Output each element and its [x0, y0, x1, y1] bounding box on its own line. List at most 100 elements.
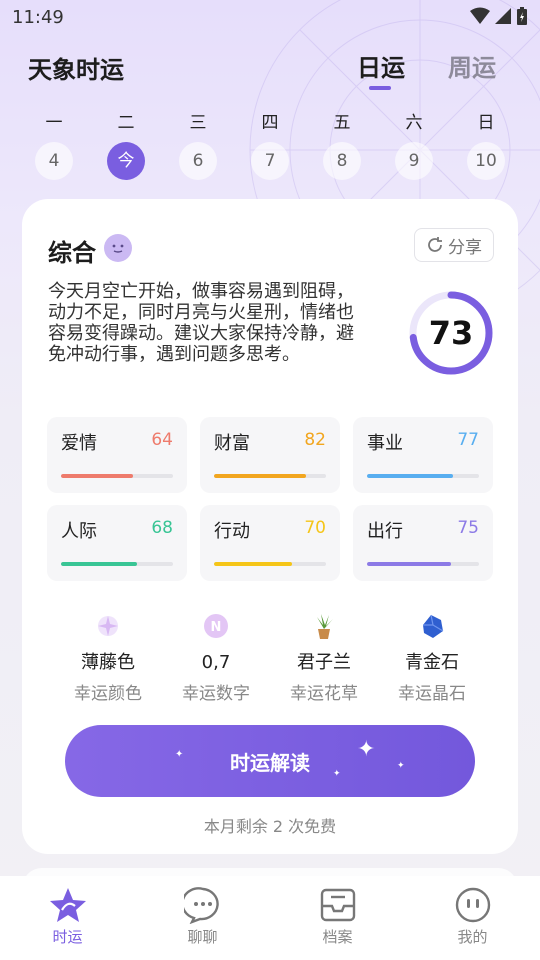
day-number[interactable]: 6 — [179, 142, 217, 180]
tabbar-label: 我的 — [457, 928, 488, 946]
metric-bar — [367, 474, 479, 478]
lucky-crystal: 青金石 幸运晶石 — [378, 611, 486, 704]
sparkle-decoration-icon: ✦ — [357, 737, 376, 762]
share-button[interactable]: 分享 — [414, 228, 494, 262]
metric-bar — [214, 562, 326, 566]
overall-score: 73 — [428, 314, 474, 352]
fortune-card: 综合 分享 今天月空亡开始，做事容易遇到阻碍，动力不足，同时月亮与火星刑，情绪也… — [22, 199, 518, 854]
share-label: 分享 — [448, 237, 482, 258]
metric-love[interactable]: 爱情 64 — [47, 417, 187, 493]
lucky-value: 青金石 — [405, 652, 459, 673]
day-mon[interactable]: 一 4 — [18, 110, 90, 180]
day-name: 五 — [333, 113, 351, 133]
tabbar-label: 档案 — [322, 928, 353, 946]
metric-label: 行动 — [214, 521, 250, 542]
battery-icon — [517, 7, 527, 25]
lucky-value: 君子兰 — [297, 652, 351, 673]
metric-bar-fill — [61, 562, 138, 566]
day-fri[interactable]: 五 8 — [306, 110, 378, 180]
metric-travel[interactable]: 出行 75 — [353, 505, 493, 581]
metric-label: 出行 — [367, 521, 403, 542]
metric-label: 人际 — [61, 521, 97, 542]
metric-bar — [214, 474, 326, 478]
day-tue[interactable]: 二 今 — [90, 110, 162, 180]
metric-career[interactable]: 事业 77 — [353, 417, 493, 493]
chat-icon — [135, 886, 270, 924]
metric-value: 70 — [304, 518, 326, 538]
tabbar-fortune[interactable]: 时运 — [0, 876, 135, 960]
overall-title: 综合 — [48, 239, 96, 267]
metric-label: 爱情 — [61, 433, 97, 454]
day-name: 四 — [261, 113, 279, 133]
crystal-icon — [378, 611, 486, 641]
fortune-reading-label: 时运解读 — [230, 750, 310, 775]
tabbar-label: 时运 — [52, 928, 83, 946]
day-number[interactable]: 10 — [467, 142, 505, 180]
bottom-tab-bar: 时运 聊聊 档案 我的 — [0, 876, 540, 960]
tabbar-profile[interactable]: 我的 — [405, 876, 540, 960]
day-name: 二 — [117, 113, 135, 133]
metric-social[interactable]: 人际 68 — [47, 505, 187, 581]
star-icon — [0, 886, 135, 924]
metric-value: 82 — [304, 430, 326, 450]
status-bar: 11:49 — [0, 0, 540, 34]
day-sun[interactable]: 日 10 — [450, 110, 522, 180]
tab-daily[interactable]: 日运 — [357, 48, 405, 83]
metric-value: 75 — [457, 518, 479, 538]
day-name: 三 — [189, 113, 207, 133]
day-name: 日 — [477, 113, 495, 133]
metric-label: 事业 — [367, 433, 403, 454]
status-time: 11:49 — [12, 7, 64, 28]
day-number[interactable]: 4 — [35, 142, 73, 180]
day-name: 一 — [45, 113, 63, 133]
metric-value: 68 — [151, 518, 173, 538]
metric-action[interactable]: 行动 70 — [200, 505, 340, 581]
fortune-summary: 今天月空亡开始，做事容易遇到阻碍，动力不足，同时月亮与火星刑，情绪也容易变得躁动… — [48, 281, 354, 365]
day-number-today[interactable]: 今 — [107, 142, 145, 180]
day-number[interactable]: 9 — [395, 142, 433, 180]
refresh-share-icon — [428, 237, 442, 252]
fortune-reading-button[interactable]: ✦ ✦ ✦ ✦ 时运解读 — [65, 725, 475, 797]
metric-bar-fill — [214, 474, 306, 478]
app-title: 天象时运 — [28, 56, 124, 84]
day-thu[interactable]: 四 7 — [234, 110, 306, 180]
svg-text:N: N — [211, 620, 222, 635]
metric-bar — [367, 562, 479, 566]
sparkle-decoration-icon: ✦ — [175, 749, 184, 760]
tabbar-chat[interactable]: 聊聊 — [135, 876, 270, 960]
lucky-number: N 0,7 幸运数字 — [162, 611, 270, 704]
metric-value: 64 — [151, 430, 173, 450]
day-number[interactable]: 8 — [323, 142, 361, 180]
inbox-icon — [270, 886, 405, 924]
metric-wealth[interactable]: 财富 82 — [200, 417, 340, 493]
free-quota-note: 本月剩余 2 次免费 — [203, 817, 337, 836]
tab-weekly[interactable]: 周运 — [448, 48, 496, 83]
tabbar-archive[interactable]: 档案 — [270, 876, 405, 960]
sparkle-icon — [54, 611, 162, 641]
metric-bar-fill — [367, 562, 451, 566]
profile-icon — [405, 886, 540, 924]
lucky-value: 薄藤色 — [81, 652, 135, 673]
active-tab-indicator — [369, 86, 391, 90]
number-badge-icon: N — [162, 611, 270, 641]
day-wed[interactable]: 三 6 — [162, 110, 234, 180]
week-selector: 一 4 二 今 三 6 四 7 五 8 六 9 日 10 — [18, 110, 522, 180]
plant-icon — [270, 611, 378, 641]
metric-bar-fill — [367, 474, 454, 478]
lucky-value: 0,7 — [201, 652, 231, 673]
metric-value: 77 — [457, 430, 479, 450]
day-sat[interactable]: 六 9 — [378, 110, 450, 180]
lucky-items: 薄藤色 幸运颜色 N 0,7 幸运数字 君子兰 幸运花草 青金石 幸运晶石 — [54, 611, 486, 704]
metric-label: 财富 — [214, 433, 250, 454]
status-icons — [470, 6, 528, 26]
sparkle-decoration-icon: ✦ — [333, 769, 341, 779]
lucky-label: 幸运晶石 — [398, 684, 466, 704]
metrics-grid: 爱情 64 财富 82 事业 77 人际 68 行动 70 出行 75 — [47, 417, 493, 581]
signal-icon — [495, 8, 511, 24]
day-number[interactable]: 7 — [251, 142, 289, 180]
metric-bar — [61, 562, 173, 566]
metric-bar — [61, 474, 173, 478]
wifi-icon — [470, 7, 490, 24]
lucky-label: 幸运颜色 — [74, 684, 142, 704]
mood-face-icon — [104, 234, 132, 262]
